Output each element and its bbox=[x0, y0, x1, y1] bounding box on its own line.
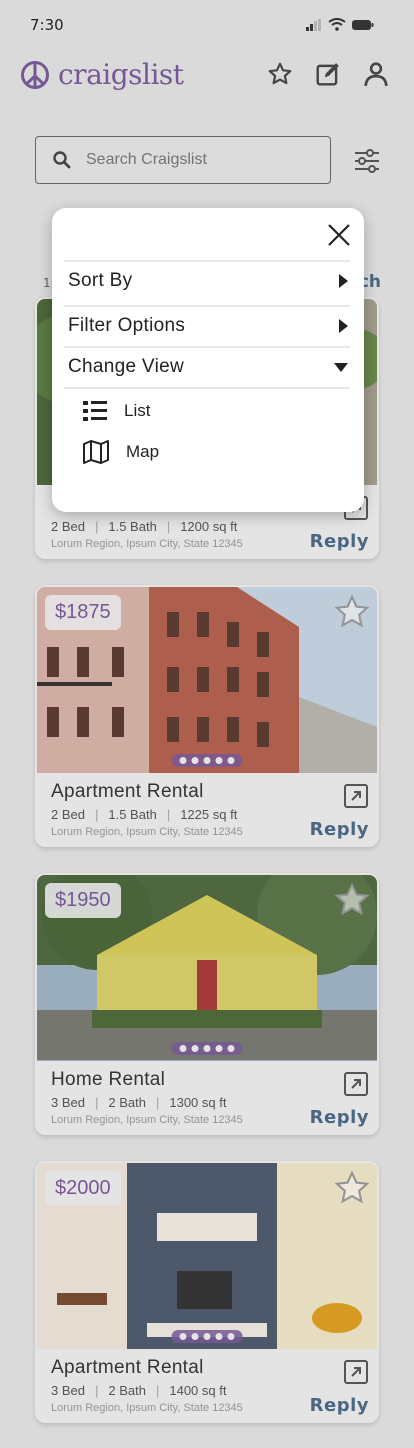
listing-location: Lorum Region, Ipsum City, State 12345 bbox=[51, 538, 243, 550]
price-badge: $1875 bbox=[45, 595, 121, 630]
status-icons bbox=[306, 18, 374, 31]
favorite-star-icon[interactable] bbox=[333, 593, 371, 631]
listing-title: Apartment Rental bbox=[51, 1357, 204, 1378]
star-icon bbox=[268, 62, 292, 85]
list-icon bbox=[83, 401, 107, 421]
listing-card[interactable]: $2000 Apartment Rental 3 Bed | 2 Bath | 14… bbox=[35, 1161, 379, 1423]
listing-location: Lorum Region, Ipsum City, State 12345 bbox=[51, 1114, 243, 1126]
bath-count: 1.5 Bath bbox=[108, 519, 157, 534]
reply-button[interactable]: Reply bbox=[310, 531, 369, 552]
listing-photo[interactable]: $2000 bbox=[37, 1163, 377, 1349]
filter-options-item[interactable]: Filter Options bbox=[64, 305, 350, 345]
status-bar: 7:30 bbox=[0, 0, 414, 50]
square-footage: 1200 sq ft bbox=[180, 519, 238, 534]
listing-title: Home Rental bbox=[51, 1069, 166, 1090]
list-view-option[interactable]: List bbox=[82, 399, 150, 423]
reply-button[interactable]: Reply bbox=[310, 1395, 369, 1416]
price-badge: $2000 bbox=[45, 1171, 121, 1206]
profile-button[interactable] bbox=[362, 60, 390, 88]
compose-button[interactable] bbox=[314, 60, 342, 88]
map-view-label: Map bbox=[126, 442, 160, 461]
change-view-item[interactable]: Change View bbox=[64, 346, 350, 386]
status-time: 7:30 bbox=[30, 16, 64, 34]
square-footage: 1300 sq ft bbox=[169, 1095, 227, 1110]
chevron-down-icon bbox=[334, 363, 348, 372]
price-badge: $1950 bbox=[45, 883, 121, 918]
list-view-label: List bbox=[124, 401, 151, 420]
search-input[interactable] bbox=[86, 137, 322, 182]
listing-card[interactable]: $1875 Apartment Rental 2 Bed | 1.5 Bath | … bbox=[35, 585, 379, 847]
listing-specs: 2 Bed | 1.5 Bath | 1200 sq ft bbox=[51, 519, 238, 534]
sort-by-item[interactable]: Sort By bbox=[64, 260, 350, 300]
filter-button[interactable] bbox=[352, 146, 382, 176]
listing-specs: 3 Bed | 2 Bath | 1400 sq ft bbox=[51, 1383, 227, 1398]
chevron-right-icon bbox=[339, 319, 348, 333]
share-icon[interactable] bbox=[343, 1071, 369, 1097]
change-view-label: Change View bbox=[68, 356, 184, 377]
square-footage: 1225 sq ft bbox=[180, 807, 238, 822]
bed-count: 2 Bed bbox=[51, 519, 85, 534]
listing-specs: 2 Bed | 1.5 Bath | 1225 sq ft bbox=[51, 807, 238, 822]
listing-title: Apartment Rental bbox=[51, 781, 204, 802]
photo-pager[interactable] bbox=[171, 1042, 243, 1055]
favorites-button[interactable] bbox=[266, 60, 294, 88]
close-icon[interactable] bbox=[326, 222, 352, 248]
listing-photo[interactable]: $1950 bbox=[37, 875, 377, 1061]
filter-options-label: Filter Options bbox=[68, 315, 186, 336]
bath-count: 2 Bath bbox=[108, 1095, 146, 1110]
square-footage: 1400 sq ft bbox=[169, 1383, 227, 1398]
app-header: craigslist bbox=[0, 50, 414, 110]
sort-by-label: Sort By bbox=[68, 270, 133, 291]
search-bar bbox=[35, 136, 331, 184]
wifi-icon bbox=[328, 18, 346, 31]
battery-icon bbox=[352, 19, 374, 30]
share-icon[interactable] bbox=[343, 783, 369, 809]
map-icon bbox=[83, 440, 109, 464]
bed-count: 3 Bed bbox=[51, 1095, 85, 1110]
sliders-icon bbox=[355, 149, 379, 173]
chevron-right-icon bbox=[339, 274, 348, 288]
listing-location: Lorum Region, Ipsum City, State 12345 bbox=[51, 826, 243, 838]
peace-logo-icon bbox=[21, 60, 49, 89]
bath-count: 1.5 Bath bbox=[108, 807, 157, 822]
reply-button[interactable]: Reply bbox=[310, 819, 369, 840]
listing-photo[interactable]: $1875 bbox=[37, 587, 377, 773]
profile-icon bbox=[364, 62, 388, 87]
photo-pager[interactable] bbox=[171, 754, 243, 767]
map-view-option[interactable]: Map bbox=[82, 439, 159, 465]
bath-count: 2 Bath bbox=[108, 1383, 146, 1398]
favorite-star-icon[interactable] bbox=[333, 1169, 371, 1207]
reply-button[interactable]: Reply bbox=[310, 1107, 369, 1128]
search-icon bbox=[53, 151, 71, 169]
logo-text: craigslist bbox=[58, 58, 184, 91]
view-options-menu: Sort By Filter Options Change View List … bbox=[52, 208, 364, 512]
share-icon[interactable] bbox=[343, 1359, 369, 1385]
listing-card[interactable]: $1950 Home Rental 3 Bed | 2 Bath | 1300 sq… bbox=[35, 873, 379, 1135]
compose-icon bbox=[316, 63, 339, 86]
favorite-star-icon[interactable] bbox=[333, 881, 371, 919]
bed-count: 3 Bed bbox=[51, 1383, 85, 1398]
listing-location: Lorum Region, Ipsum City, State 12345 bbox=[51, 1402, 243, 1414]
signal-icon bbox=[306, 18, 321, 31]
listing-specs: 3 Bed | 2 Bath | 1300 sq ft bbox=[51, 1095, 227, 1110]
bed-count: 2 Bed bbox=[51, 807, 85, 822]
photo-pager[interactable] bbox=[171, 1330, 243, 1343]
logo[interactable]: craigslist bbox=[20, 58, 184, 91]
